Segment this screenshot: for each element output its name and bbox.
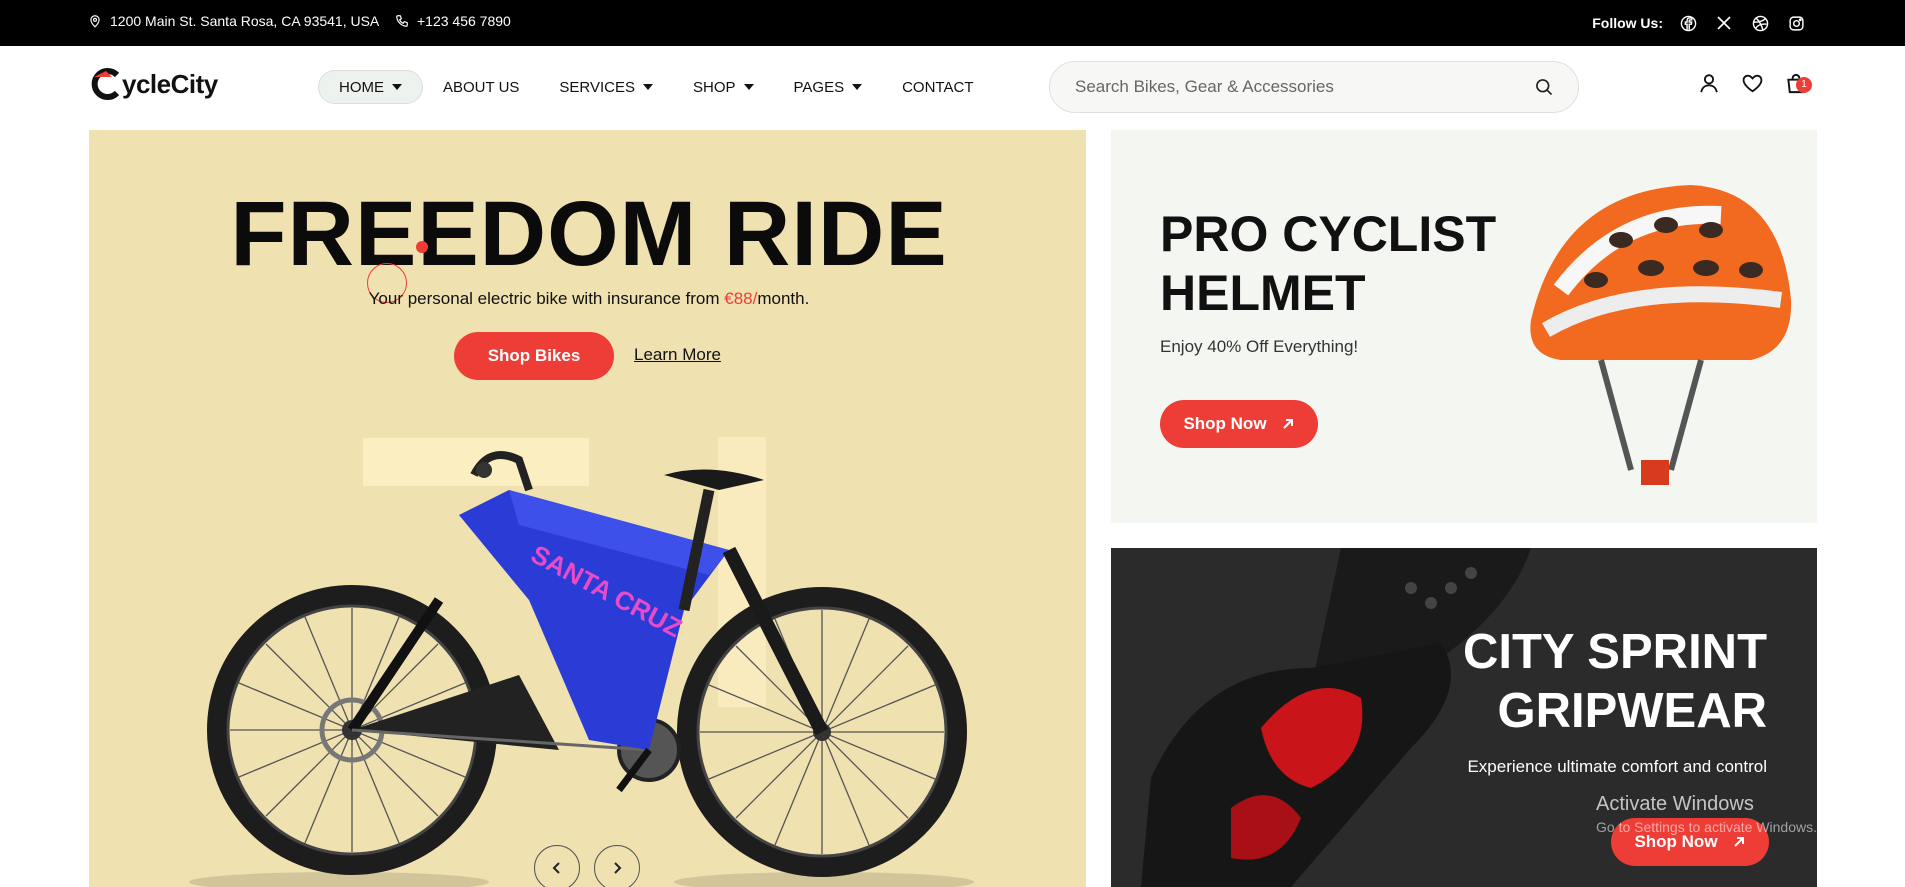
nav-pages-label: PAGES (793, 78, 845, 96)
nav-contact[interactable]: CONTACT (882, 70, 993, 104)
user-account-icon[interactable] (1698, 72, 1720, 99)
gloves-title: CITY SPRINT GRIPWEAR (1463, 623, 1767, 741)
gloves-title-line1: CITY SPRINT (1462, 625, 1767, 679)
follow-label: Follow Us: (1592, 15, 1663, 31)
nav-about-label: ABOUT US (443, 78, 520, 96)
activate-windows-subtitle: Go to Settings to activate Windows. (1596, 819, 1817, 835)
nav-pages[interactable]: PAGES (774, 70, 883, 104)
logo-text: ycleCity (122, 68, 218, 99)
phone-icon (396, 15, 408, 27)
electric-bike-image: SANTA CRUZ (189, 451, 974, 887)
address-info: 1200 Main St. Santa Rosa, CA 93541, USA (88, 13, 379, 29)
helmet-shop-now-button[interactable]: Shop Now (1160, 400, 1318, 448)
phone-text: +123 456 7890 (417, 13, 511, 29)
search-icon[interactable] (1534, 77, 1554, 102)
helmet-title-line2: HELMET (1160, 265, 1366, 321)
hero-banner: FREEDOM RIDE Your personal electric bike… (89, 130, 1086, 887)
cyclecity-logo-mark-icon (91, 68, 120, 100)
facebook-icon[interactable] (1677, 12, 1699, 34)
helmet-subtitle: Enjoy 40% Off Everything! (1160, 337, 1359, 356)
chevron-down-icon (392, 84, 402, 90)
nav-home[interactable]: HOME (318, 70, 423, 104)
address-text: 1200 Main St. Santa Rosa, CA 93541, USA (110, 13, 380, 29)
nav-about-us[interactable]: ABOUT US (423, 70, 539, 104)
chevron-down-icon (743, 84, 754, 90)
helmet-title-line1: PRO CYCLIST (1160, 206, 1497, 262)
search-input[interactable] (1075, 62, 1515, 112)
chevron-down-icon (852, 84, 863, 90)
chevron-left-icon (552, 862, 560, 874)
search-bar (1049, 61, 1579, 113)
chevron-down-icon (643, 84, 653, 90)
slider-prev-button[interactable] (534, 845, 580, 887)
social-follow: Follow Us: (1592, 12, 1807, 34)
chevron-right-icon (614, 862, 622, 874)
helmet-shop-now-label: Shop Now (1183, 414, 1267, 433)
dribbble-icon[interactable] (1749, 12, 1771, 34)
nav-services[interactable]: SERVICES (539, 70, 673, 104)
nav-shop-label: SHOP (693, 78, 736, 96)
gloves-subtitle: Experience ultimate comfort and control (1467, 757, 1767, 776)
instagram-icon[interactable] (1785, 12, 1807, 34)
helmet-title: PRO CYCLIST HELMET (1160, 205, 1496, 323)
arrow-up-right-icon (1733, 837, 1744, 847)
activate-windows-title: Activate Windows (1596, 793, 1754, 815)
cart-count-badge: 1 (1796, 77, 1812, 93)
gloves-title-line2: GRIPWEAR (1497, 684, 1768, 738)
top-bar: 1200 Main St. Santa Rosa, CA 93541, USA … (0, 0, 1905, 46)
wishlist-heart-icon[interactable] (1741, 72, 1764, 99)
gloves-shop-now-label: Shop Now (1634, 832, 1718, 851)
slider-next-button[interactable] (594, 845, 640, 887)
nav-services-label: SERVICES (559, 78, 635, 96)
cycling-helmet-image (1530, 185, 1792, 485)
main-nav: HOME ABOUT US SERVICES SHOP PAGES CONTAC… (318, 70, 993, 104)
promo-card-helmet: PRO CYCLIST HELMET Enjoy 40% Off Everyth… (1111, 130, 1817, 523)
site-logo[interactable]: ycleCity (90, 67, 218, 101)
nav-shop[interactable]: SHOP (673, 70, 774, 104)
nav-contact-label: CONTACT (902, 78, 974, 96)
phone-info[interactable]: +123 456 7890 (395, 13, 511, 29)
x-twitter-icon[interactable] (1713, 12, 1735, 34)
arrow-up-right-icon (1282, 419, 1293, 429)
promo-card-gloves: CITY SPRINT GRIPWEAR Experience ultimate… (1111, 548, 1817, 887)
location-pin-icon (90, 15, 100, 28)
nav-home-label: HOME (339, 78, 384, 96)
